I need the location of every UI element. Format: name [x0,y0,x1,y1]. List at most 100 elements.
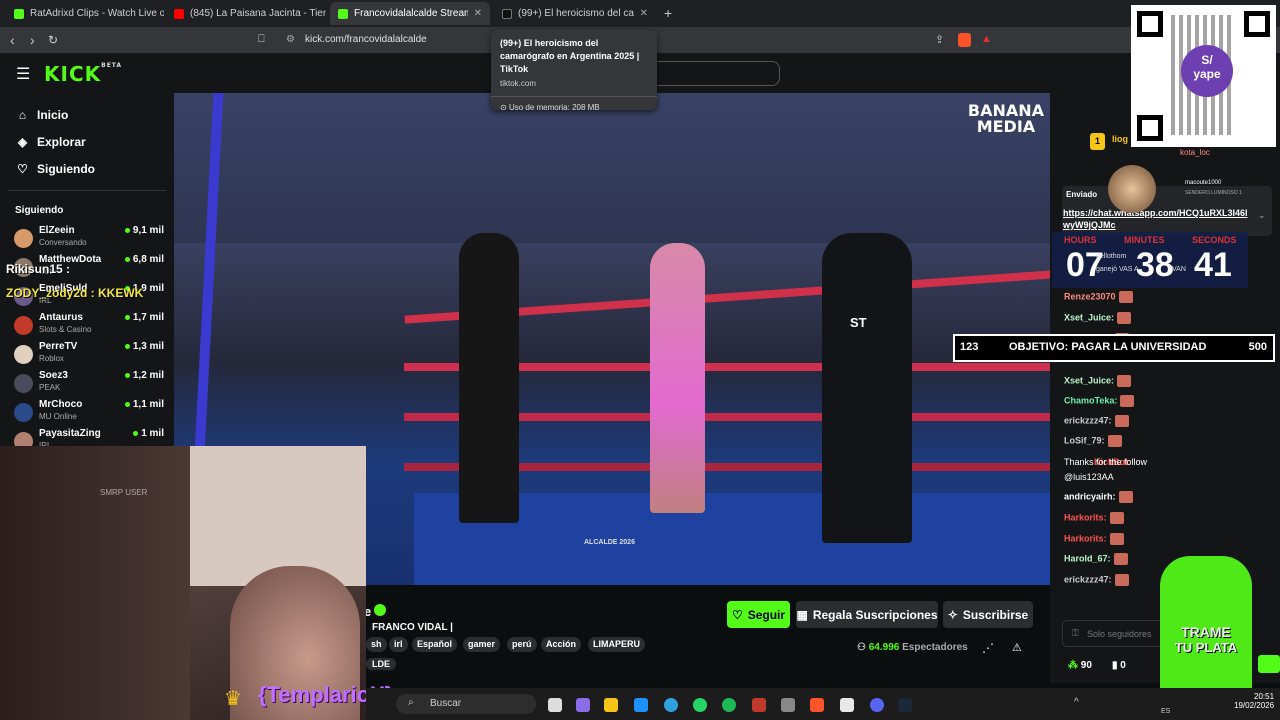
send-chat-button[interactable] [1258,655,1280,673]
viewer-label: Espectadores [902,642,968,653]
following-item[interactable]: MrChoco MU Online 1,1 mil [14,399,164,427]
back-icon[interactable]: ‹ [10,32,15,48]
search-input[interactable] [640,61,780,86]
report-icon[interactable]: ⚠ [1012,641,1022,654]
tag[interactable]: LDE [366,658,396,670]
following-viewers: 1,1 mil [125,399,164,410]
close-tab-icon[interactable]: ✕ [468,8,482,19]
task-view-icon[interactable] [548,698,562,712]
close-tab-icon[interactable]: ✕ [634,8,648,19]
tag[interactable]: irl [389,637,408,652]
chat-username[interactable]: Harkorits: [1064,512,1107,522]
following-name: Soez3 [39,370,68,381]
discord-icon[interactable] [870,698,884,712]
chevron-down-icon[interactable]: ⌄ [1258,210,1266,221]
chat-username[interactable]: Xset_Juice: [1064,312,1114,322]
webcam-label: SMRP USER [100,488,148,497]
menu-icon[interactable]: ☰ [16,64,30,84]
chat-message: LoSif_79: [1064,435,1122,447]
forward-icon[interactable]: › [30,32,35,48]
sidebar-item-explorar[interactable]: ◈ Explorar [16,135,86,149]
steam-icon[interactable] [898,698,912,712]
gift-subs-button[interactable]: ▦ Regala Suscripciones [796,601,938,628]
tag[interactable]: LIMAPERU [588,637,645,652]
sidebar-item-inicio[interactable]: ⌂ Inicio [16,108,68,122]
new-tab-button[interactable]: + [664,5,672,21]
store-icon[interactable] [634,698,648,712]
copilot-icon[interactable] [576,698,590,712]
chat-username[interactable]: Xset_Juice: [1064,375,1114,385]
browser-tab-active[interactable]: Francovidalalcalde Stream - V ✕ [330,2,490,25]
goal-text: OBJETIVO: PAGAR LA UNIVERSIDAD [1009,341,1207,353]
following-item[interactable]: Soez3 PEAK 1,2 mil [14,370,164,398]
browser-tab[interactable]: RatAdrixd Clips - Watch Live on Kick [6,2,164,25]
kick-logo[interactable]: KICKBETA [44,62,122,86]
browser-tab[interactable]: (845) La Paisana Jacinta - Tienda de M [166,2,326,25]
browser-tab[interactable]: (99+) El heroicismo del camarógr ✕ [494,2,656,25]
sidebar-item-label: Siguiendo [37,162,95,176]
tag[interactable]: Español [412,637,458,652]
chat-username[interactable]: LoSif_79: [1064,435,1105,445]
share-icon[interactable]: ⋰ [982,641,994,655]
chat-username[interactable]: andricyairh: [1064,491,1116,501]
timer-seconds: 41 [1194,246,1232,284]
file-explorer-icon[interactable] [604,698,618,712]
app-icon[interactable] [752,698,766,712]
language-indicator[interactable]: ES [1161,708,1170,715]
chat-username[interactable]: Renze23070 [1064,291,1116,301]
chat-username[interactable]: erickzzz47: [1064,574,1112,584]
following-name: ElZeein [39,225,75,236]
top-supporter-name[interactable]: kota_loc [1180,148,1210,157]
donor-name: macoute1000 [1185,180,1222,186]
brave-shield-icon[interactable] [958,33,971,47]
spotify-icon[interactable] [722,698,736,712]
following-item[interactable]: Antaurus Slots & Casino 1,7 mil [14,312,164,340]
tag[interactable]: sh [366,637,387,652]
emote-icon [1109,512,1124,524]
site-info-icon[interactable]: ⚙ [286,31,295,49]
donor-avatar [1108,165,1156,213]
following-item[interactable]: ElZeein Conversando 9,1 mil [14,225,164,253]
hover-card-domain: tiktok.com [500,79,537,88]
qr-finder [1137,11,1163,37]
chat-username[interactable]: Harkorits: [1064,533,1107,543]
rewards-icon[interactable]: ▲ [981,33,992,45]
channel-points[interactable]: ⁂ 90 [1068,660,1092,671]
share-icon[interactable]: ⇪ [935,33,944,46]
overlay-chat-line: Rikisun15 : [6,262,71,276]
pinned-link[interactable]: https://chat.whatsapp.com/HCQ1uRXL3I46lw… [1063,207,1253,231]
bookmark-icon[interactable]: ⎕ [258,33,265,46]
sidebar-item-siguiendo[interactable]: ♡ Siguiendo [16,162,95,176]
following-name: Antaurus [39,312,83,323]
chat-username[interactable]: ChamoTeka: [1064,395,1117,405]
tag[interactable]: perú [507,637,537,652]
reload-icon[interactable]: ↻ [48,33,58,47]
chat-username[interactable]: Harold_67: [1064,553,1111,563]
hover-card-memory: ⊙ Uso de memoria: 208 MB [500,103,648,112]
brave-icon[interactable] [810,698,824,712]
following-category: Roblox [39,354,64,363]
following-item[interactable]: PerreTV Roblox 1,3 mil [14,341,164,369]
notepad-icon[interactable] [840,698,854,712]
yape-label: yape [1193,67,1221,81]
clock[interactable]: 20:51 19/02/2026 [1234,692,1274,710]
emote-icon [1113,553,1128,565]
chat-message-text: Thanks for the follow [1064,457,1147,467]
app-icon[interactable] [781,698,795,712]
taskbar-search[interactable]: ⌕ Buscar [396,694,536,714]
viewers-icon: ⚇ [857,642,866,653]
top-supporter-name[interactable]: liog [1112,134,1128,144]
chat-message: Harold_67: [1064,553,1128,565]
divider [491,96,657,97]
tab-title: RatAdrixd Clips - Watch Live on Kick [30,8,164,19]
subscribe-button[interactable]: ✧ Suscribirse [943,601,1033,628]
chat-username[interactable]: erickzzz47: [1064,415,1112,425]
tray-chevron-icon[interactable]: ^ [1074,697,1079,708]
whatsapp-icon[interactable] [693,698,707,712]
watermark-line: MEDIA [976,117,1036,136]
edge-icon[interactable] [664,698,678,712]
tag[interactable]: gamer [463,637,501,652]
follow-button[interactable]: ♡ Seguir [727,601,790,628]
emote-icon [1114,574,1129,586]
tag[interactable]: Acción [541,637,582,652]
